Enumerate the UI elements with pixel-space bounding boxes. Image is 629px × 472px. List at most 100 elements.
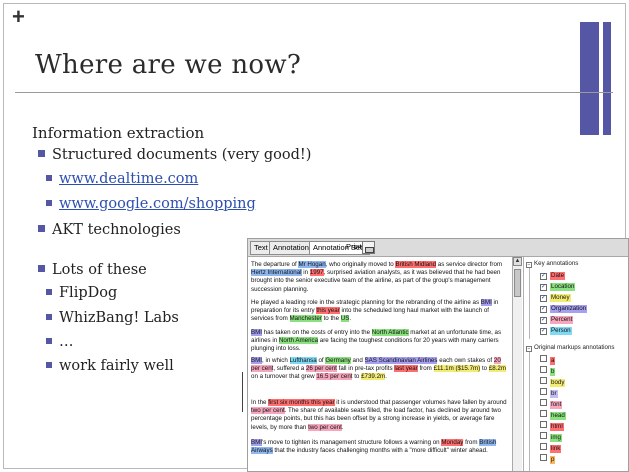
text-run: , suffered a (273, 365, 306, 373)
entity-highlight[interactable]: 26 per cent (305, 365, 337, 373)
checkbox[interactable]: ✓ (540, 273, 547, 280)
annotation-type-date[interactable]: ✓ Date (540, 271, 566, 280)
checkbox[interactable] (540, 410, 547, 417)
annotation-type-money[interactable]: ✓ Money (540, 293, 571, 302)
entity-highlight[interactable]: £8.2m (488, 365, 507, 373)
text-run: each own stakes of (437, 357, 494, 364)
text-run: fall in pre-tax profits (336, 365, 395, 373)
tree-connector (529, 352, 530, 471)
bullet-ellipsis: … (46, 334, 74, 350)
checkbox[interactable]: ✓ (540, 306, 547, 313)
entity-highlight[interactable]: last year (394, 365, 418, 373)
bullet-marker (38, 225, 45, 232)
annotation-type-br[interactable]: br (540, 388, 558, 398)
text-run: to the (321, 315, 341, 323)
accent-bar-narrow (603, 22, 611, 135)
checkbox[interactable] (540, 377, 547, 384)
annotation-label: Location (550, 283, 576, 291)
tree-original-markups[interactable]: − Original markups annotations (526, 344, 614, 352)
entity-highlight[interactable]: SAS Scandinavian Airlines (364, 357, 438, 364)
scroll-up-arrow-icon[interactable]: ▲ (513, 257, 522, 266)
checkbox[interactable] (540, 399, 547, 406)
checkbox[interactable] (540, 366, 547, 373)
bullet-work-fairly-well: work fairly well (46, 358, 174, 374)
annotation-type-percent[interactable]: ✓ Percent (540, 315, 574, 324)
entity-highlight[interactable]: two per cent (308, 423, 342, 431)
annotation-label: Person (550, 327, 572, 335)
annotation-type-font[interactable]: font (540, 399, 563, 409)
text-run: on a turnover that grew (251, 373, 317, 381)
annotation-type-link[interactable]: link (540, 443, 562, 453)
printer-icon[interactable] (362, 241, 375, 254)
annotation-type-body[interactable]: body (540, 377, 566, 387)
entity-highlight[interactable]: Mr Hogan (298, 261, 326, 268)
text-run: . The share of available seats filled, t… (251, 407, 501, 431)
entity-highlight[interactable]: British Midland (395, 261, 437, 268)
entity-highlight[interactable]: two per cent (251, 407, 285, 415)
entity-highlight[interactable]: Germany (325, 357, 351, 364)
annotation-type-b[interactable]: b (540, 366, 556, 376)
entity-highlight[interactable]: North Atlantic (371, 329, 409, 336)
checkbox[interactable]: ✓ (540, 317, 547, 324)
dealtime-link[interactable]: www.dealtime.com (59, 171, 198, 187)
paragraph-3: BMI has taken on the costs of entry into… (251, 329, 509, 354)
plus-glyph: + (12, 4, 25, 29)
entity-highlight[interactable]: BMI (251, 357, 263, 364)
checkbox[interactable] (540, 432, 547, 439)
entity-highlight[interactable]: BMI (251, 439, 263, 446)
entity-highlight[interactable]: this year (316, 307, 340, 315)
annotation-label: html (550, 423, 564, 431)
annotation-type-p[interactable]: p (540, 454, 556, 464)
bullet-google-shopping: www.google.com/shopping (46, 196, 256, 212)
entity-highlight[interactable]: first six months this year (268, 399, 335, 406)
annotation-label: Money (550, 294, 571, 302)
bullet-lots-of-these: Lots of these (38, 262, 147, 278)
annotation-type-a[interactable]: a (540, 355, 556, 365)
annotation-label: link (550, 445, 562, 453)
checkbox[interactable] (540, 421, 547, 428)
paragraph-2: He played a leading role in the strategi… (251, 299, 509, 324)
checkbox[interactable] (540, 454, 547, 461)
bullet-dealtime: www.dealtime.com (46, 171, 198, 187)
checkbox[interactable]: ✓ (540, 295, 547, 302)
annotation-type-head[interactable]: head (540, 410, 566, 420)
document-text-pane[interactable]: The departure of Mr Hogan, who originall… (248, 257, 512, 471)
checkbox[interactable] (540, 388, 547, 395)
entity-highlight[interactable]: £11.1m ($15.7m) (433, 365, 481, 373)
text-run: and (350, 357, 365, 364)
bullet-marker (46, 289, 52, 295)
annotation-label: Percent (550, 316, 574, 324)
annotation-type-html[interactable]: html (540, 421, 564, 431)
checkbox[interactable] (540, 355, 547, 362)
annotation-type-person[interactable]: ✓ Person (540, 326, 572, 335)
google-shopping-link[interactable]: www.google.com/shopping (59, 196, 256, 212)
scroll-thumb[interactable] (514, 269, 521, 297)
entity-highlight[interactable]: North America (278, 337, 319, 345)
text-run: from (463, 439, 480, 446)
entity-highlight[interactable]: BMI (251, 329, 263, 336)
collapse-icon[interactable]: − (526, 262, 532, 268)
entity-highlight[interactable]: 16.5 per cent (316, 373, 353, 381)
checkbox[interactable]: ✓ (540, 284, 547, 291)
annotation-type-organization[interactable]: ✓ Organization (540, 304, 588, 313)
checkbox[interactable]: ✓ (540, 328, 547, 335)
entity-highlight[interactable]: Monday (441, 439, 464, 446)
entity-highlight[interactable]: BMI (480, 299, 492, 306)
text-scrollbar[interactable]: ▲ (512, 257, 522, 471)
entity-highlight[interactable]: Lufthansa (289, 357, 317, 364)
annotation-type-img[interactable]: img (540, 432, 562, 442)
entity-highlight[interactable]: Hertz International (251, 269, 302, 277)
tree-key-annotations[interactable]: − Key annotations (526, 260, 578, 268)
entity-highlight[interactable]: 1997 (309, 269, 324, 277)
annotation-type-location[interactable]: ✓ Location (540, 282, 576, 291)
checkbox[interactable] (540, 443, 547, 450)
entity-highlight[interactable]: £739.2m (361, 373, 386, 381)
annotation-label: Date (550, 272, 566, 280)
paragraph-5: In the first six months this year it is … (251, 399, 509, 432)
paragraph-1: The departure of Mr Hogan, who originall… (251, 261, 509, 294)
entity-highlight[interactable]: Manchester (289, 315, 322, 323)
annotation-tree-pane: − Key annotations ✓ Date ✓ Location ✓ Money ✓ Or… (523, 257, 628, 471)
title-divider (15, 92, 613, 93)
bullet-marker (46, 175, 52, 181)
text-run: it is understood that passenger volumes … (334, 399, 507, 406)
